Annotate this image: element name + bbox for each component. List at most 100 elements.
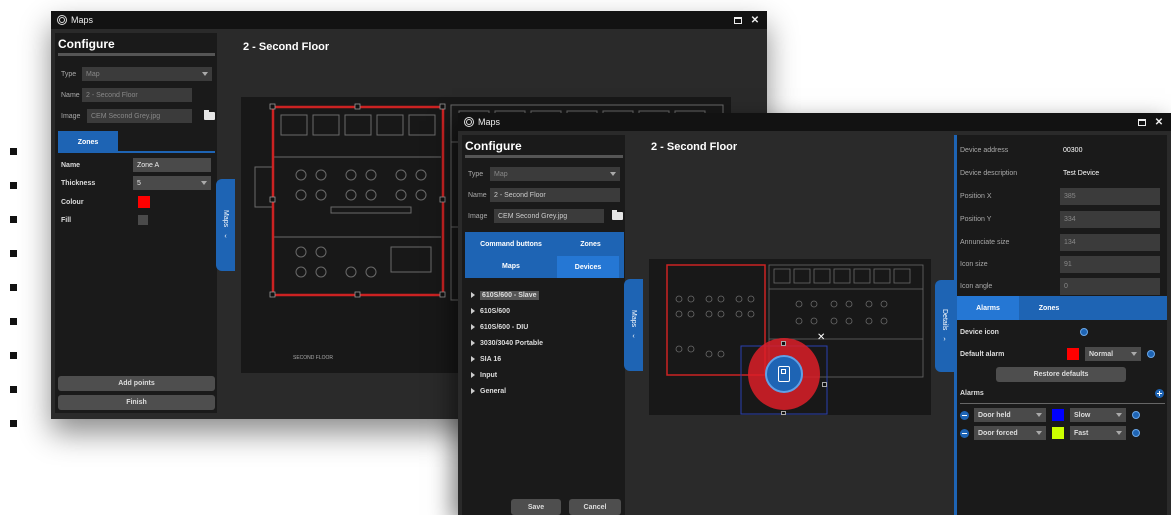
add-points-button[interactable]: Add points bbox=[58, 376, 215, 391]
position-y-row: Position Y 334 bbox=[960, 211, 1160, 228]
chevron-right-icon: › bbox=[943, 336, 946, 344]
tab-zones[interactable]: Zones bbox=[557, 234, 624, 254]
alarm-type-value: Door held bbox=[978, 411, 1011, 419]
image-value: CEM Second Grey.jpg bbox=[498, 212, 568, 220]
maps-side-tab-label: Maps bbox=[222, 209, 229, 228]
add-alarm-button[interactable] bbox=[1155, 389, 1164, 398]
icon-angle-row: Icon angle 0 bbox=[960, 278, 1160, 295]
resize-handle[interactable] bbox=[822, 382, 827, 387]
close-button[interactable]: ✕ bbox=[1153, 116, 1165, 128]
device-item[interactable]: 610S/600 - Slave bbox=[471, 287, 621, 303]
folder-icon[interactable] bbox=[612, 210, 623, 220]
alarms-header: Alarms bbox=[960, 389, 1165, 398]
position-y-label: Position Y bbox=[960, 216, 992, 223]
zone-name-input[interactable]: Zone A bbox=[133, 158, 211, 172]
alarms-divider bbox=[960, 403, 1165, 404]
bullet-list bbox=[10, 148, 17, 454]
maximize-button[interactable] bbox=[1136, 116, 1148, 128]
name-input[interactable]: 2 - Second Floor bbox=[490, 188, 620, 202]
map-title: 2 - Second Floor bbox=[243, 41, 330, 53]
device-item[interactable]: 610S/600 bbox=[471, 303, 621, 319]
resize-handle[interactable] bbox=[781, 411, 786, 415]
maximize-icon bbox=[734, 16, 742, 24]
device-item[interactable]: Input bbox=[471, 367, 621, 383]
tab-alarms[interactable]: Alarms bbox=[957, 296, 1019, 320]
image-label: Image bbox=[61, 112, 81, 120]
maps-side-tab[interactable]: Maps ‹ bbox=[624, 279, 643, 371]
add-points-label: Add points bbox=[118, 380, 155, 387]
details-side-tab[interactable]: Details › bbox=[935, 280, 954, 372]
type-select[interactable]: Map bbox=[82, 67, 212, 81]
device-item[interactable]: 3030/3040 Portable bbox=[471, 335, 621, 351]
device-icon[interactable] bbox=[765, 355, 803, 393]
alarm-info-icon[interactable] bbox=[1147, 350, 1155, 358]
image-input[interactable]: CEM Second Grey.jpg bbox=[87, 109, 192, 123]
chevron-down-icon bbox=[201, 181, 207, 185]
device-panel-icon bbox=[778, 366, 790, 382]
default-alarm-select[interactable]: Normal bbox=[1085, 347, 1141, 361]
tab-command-buttons[interactable]: Command buttons bbox=[465, 234, 557, 254]
thickness-select[interactable]: 5 bbox=[133, 176, 211, 190]
details-side-tab-label: Details bbox=[941, 308, 948, 331]
image-input[interactable]: CEM Second Grey.jpg bbox=[494, 209, 604, 223]
page: Maps ✕ Configure Type Map Name 2 - Secon… bbox=[0, 0, 1171, 515]
device-item[interactable]: 610S/600 - DIU bbox=[471, 319, 621, 335]
zone-name-value: Zone A bbox=[137, 161, 160, 169]
remove-device-icon[interactable]: ✕ bbox=[817, 332, 825, 343]
heading-underline bbox=[465, 155, 623, 158]
name-value: 2 - Second Floor bbox=[86, 91, 138, 99]
icon-angle-input[interactable]: 0 bbox=[1060, 278, 1160, 295]
save-button[interactable]: Save bbox=[511, 499, 561, 515]
device-item-label: 610S/600 bbox=[480, 307, 510, 315]
finish-button[interactable]: Finish bbox=[58, 395, 215, 410]
tab-maps[interactable]: Maps bbox=[465, 256, 557, 276]
map-title: 2 - Second Floor bbox=[651, 141, 738, 153]
tab-zones-details[interactable]: Zones bbox=[1019, 296, 1079, 320]
device-item[interactable]: SIA 16 bbox=[471, 351, 621, 367]
restore-defaults-button[interactable]: Restore defaults bbox=[996, 367, 1126, 382]
window-title: Maps bbox=[71, 15, 94, 25]
tab-zones[interactable]: Zones bbox=[58, 131, 118, 153]
annunciate-size-input[interactable]: 134 bbox=[1060, 234, 1160, 251]
configure-panel: Configure Type Map Name 2 - Second Floor… bbox=[55, 33, 217, 413]
alarm-info-icon[interactable] bbox=[1132, 411, 1140, 419]
remove-alarm-button[interactable] bbox=[960, 410, 969, 420]
maximize-icon bbox=[1138, 118, 1146, 126]
type-row: Type Map bbox=[61, 67, 212, 81]
icon-size-input[interactable]: 91 bbox=[1060, 256, 1160, 273]
zone-name-label: Name bbox=[61, 161, 81, 169]
folder-icon[interactable] bbox=[204, 110, 215, 120]
name-input[interactable]: 2 - Second Floor bbox=[82, 88, 192, 102]
alarm-color-swatch[interactable] bbox=[1052, 409, 1064, 421]
default-alarm-swatch[interactable] bbox=[1067, 348, 1079, 360]
thickness-label: Thickness bbox=[61, 179, 96, 187]
cancel-button[interactable]: Cancel bbox=[569, 499, 621, 515]
alarm-type-select[interactable]: Door held bbox=[974, 408, 1046, 422]
maximize-button[interactable] bbox=[732, 14, 744, 26]
resize-handle[interactable] bbox=[781, 341, 786, 346]
colour-swatch[interactable] bbox=[138, 196, 150, 208]
position-y-input[interactable]: 334 bbox=[1060, 211, 1160, 228]
maps-side-tab[interactable]: Maps ‹ bbox=[216, 179, 235, 271]
app-icon bbox=[57, 15, 67, 25]
device-address-label: Device address bbox=[960, 147, 1009, 154]
tab-devices[interactable]: Devices bbox=[557, 256, 619, 278]
alarm-speed-select[interactable]: Slow bbox=[1070, 408, 1126, 422]
alarm-color-swatch[interactable] bbox=[1052, 427, 1064, 439]
bullet bbox=[10, 148, 17, 155]
chevron-left-icon: ‹ bbox=[632, 333, 635, 341]
fill-swatch[interactable] bbox=[138, 215, 148, 225]
bullet bbox=[10, 352, 17, 359]
close-button[interactable]: ✕ bbox=[749, 14, 761, 26]
alarm-type-select[interactable]: Door forced bbox=[974, 426, 1046, 440]
device-icon-picker[interactable] bbox=[1080, 328, 1088, 336]
device-item[interactable]: General bbox=[471, 383, 621, 399]
device-address-value: 00300 bbox=[1063, 147, 1083, 154]
alarm-info-icon[interactable] bbox=[1132, 429, 1140, 437]
remove-alarm-button[interactable] bbox=[960, 428, 969, 438]
position-x-input[interactable]: 385 bbox=[1060, 188, 1160, 205]
alarm-speed-select[interactable]: Fast bbox=[1070, 426, 1126, 440]
type-select[interactable]: Map bbox=[490, 167, 620, 181]
default-alarm-row: Default alarm Normal bbox=[960, 347, 1155, 361]
annunciate-size-label: Annunciate size bbox=[960, 239, 1010, 246]
